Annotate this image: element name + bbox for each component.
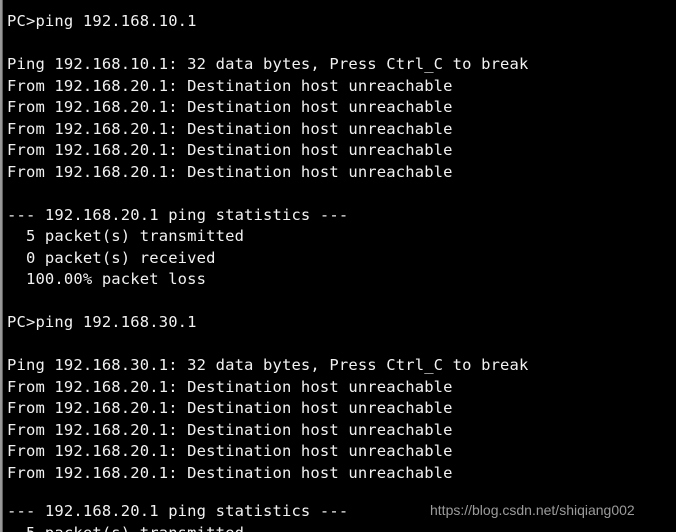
terminal-line: From 192.168.20.1: Destination host unre… xyxy=(7,377,453,396)
terminal-line: Ping 192.168.30.1: 32 data bytes, Press … xyxy=(7,356,529,374)
terminal-line: 100.00% packet loss xyxy=(7,270,207,288)
terminal-line: From 192.168.20.1: Destination host unre… xyxy=(7,141,453,159)
terminal-window: PC>ping 192.168.10.1 Ping 192.168.10.1: … xyxy=(0,0,676,532)
terminal-line: From 192.168.20.1: Destination host unre… xyxy=(7,162,453,181)
watermark-text: https://blog.csdn.net/shiqiang002 xyxy=(430,502,635,518)
terminal-line: PC>ping 192.168.30.1 xyxy=(7,313,197,331)
terminal-line: From 192.168.20.1: Destination host unre… xyxy=(7,119,453,138)
terminal-line: Ping 192.168.10.1: 32 data bytes, Press … xyxy=(7,55,529,73)
terminal-line: From 192.168.20.1: Destination host unre… xyxy=(7,420,453,439)
terminal-line: From 192.168.20.1: Destination host unre… xyxy=(7,98,453,116)
terminal-line: From 192.168.20.1: Destination host unre… xyxy=(7,399,453,417)
terminal-line: 5 packet(s) transmitted xyxy=(7,227,245,245)
terminal-line: From 192.168.20.1: Destination host unre… xyxy=(7,442,453,460)
terminal-line: From 192.168.20.1: Destination host unre… xyxy=(7,76,453,95)
terminal-output-area[interactable]: PC>ping 192.168.10.1 Ping 192.168.10.1: … xyxy=(0,0,676,532)
terminal-line: From 192.168.20.1: Destination host unre… xyxy=(7,463,453,482)
terminal-line: 0 packet(s) received xyxy=(7,248,216,267)
terminal-line-clipped: 5 packet(s) transmitted xyxy=(7,523,244,532)
terminal-line: --- 192.168.20.1 ping statistics --- xyxy=(7,205,349,224)
terminal-line: --- 192.168.20.1 ping statistics --- xyxy=(7,502,349,520)
terminal-line: PC>ping 192.168.10.1 xyxy=(7,12,197,30)
